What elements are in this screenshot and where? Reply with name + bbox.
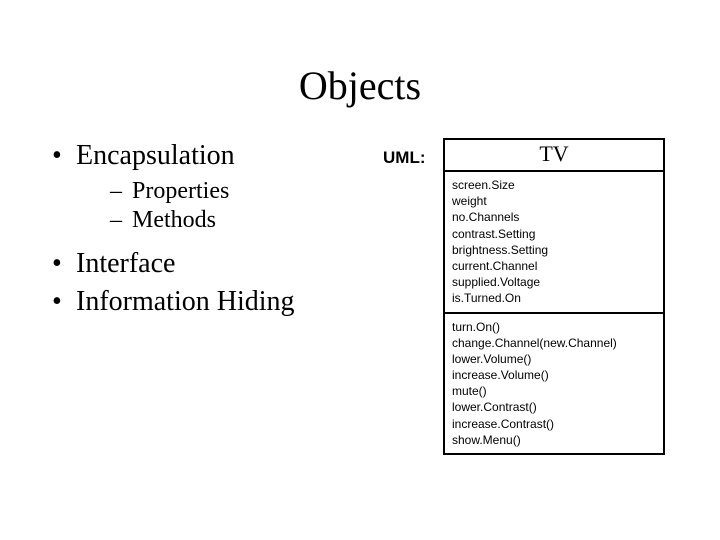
uml-attributes: screen.Size weight no.Channels contrast.…: [445, 172, 663, 314]
bullet-dash-icon: –: [110, 178, 132, 205]
uml-class-box: TV screen.Size weight no.Channels contra…: [443, 138, 665, 455]
slide: Objects • Encapsulation – Properties – M…: [0, 0, 720, 540]
uml-class-name: TV: [445, 140, 663, 172]
bullet-encapsulation: • Encapsulation: [52, 140, 372, 172]
subbullet-methods: – Methods: [110, 207, 372, 234]
bullet-text: Encapsulation: [76, 140, 235, 172]
uml-attribute: current.Channel: [452, 258, 656, 274]
uml-operation: show.Menu(): [452, 432, 656, 448]
uml-operation: increase.Volume(): [452, 367, 656, 383]
bullet-text: Information Hiding: [76, 286, 295, 318]
bullet-dot-icon: •: [52, 140, 76, 172]
uml-attribute: weight: [452, 193, 656, 209]
uml-operations: turn.On() change.Channel(new.Channel) lo…: [445, 314, 663, 454]
uml-attribute: no.Channels: [452, 209, 656, 225]
bullet-information-hiding: • Information Hiding: [52, 286, 372, 318]
uml-operation: lower.Contrast(): [452, 399, 656, 415]
bullet-dot-icon: •: [52, 286, 76, 318]
uml-attribute: supplied.Voltage: [452, 274, 656, 290]
uml-operation: mute(): [452, 383, 656, 399]
uml-attribute: contrast.Setting: [452, 226, 656, 242]
uml-operation: turn.On(): [452, 319, 656, 335]
bullet-interface: • Interface: [52, 248, 372, 280]
bullet-text: Interface: [76, 248, 175, 280]
bullet-dot-icon: •: [52, 248, 76, 280]
slide-title: Objects: [0, 62, 720, 109]
uml-operation: increase.Contrast(): [452, 416, 656, 432]
uml-operation: lower.Volume(): [452, 351, 656, 367]
uml-attribute: is.Turned.On: [452, 290, 656, 306]
subbullet-properties: – Properties: [110, 178, 372, 205]
bullet-text: Methods: [132, 207, 216, 234]
sub-bullets: – Properties – Methods: [110, 178, 372, 234]
uml-operation: change.Channel(new.Channel): [452, 335, 656, 351]
uml-label: UML:: [383, 148, 425, 168]
bullet-text: Properties: [132, 178, 229, 205]
uml-attribute: brightness.Setting: [452, 242, 656, 258]
bullet-dash-icon: –: [110, 207, 132, 234]
bullet-list: • Encapsulation – Properties – Methods •…: [52, 140, 372, 324]
uml-attribute: screen.Size: [452, 177, 656, 193]
